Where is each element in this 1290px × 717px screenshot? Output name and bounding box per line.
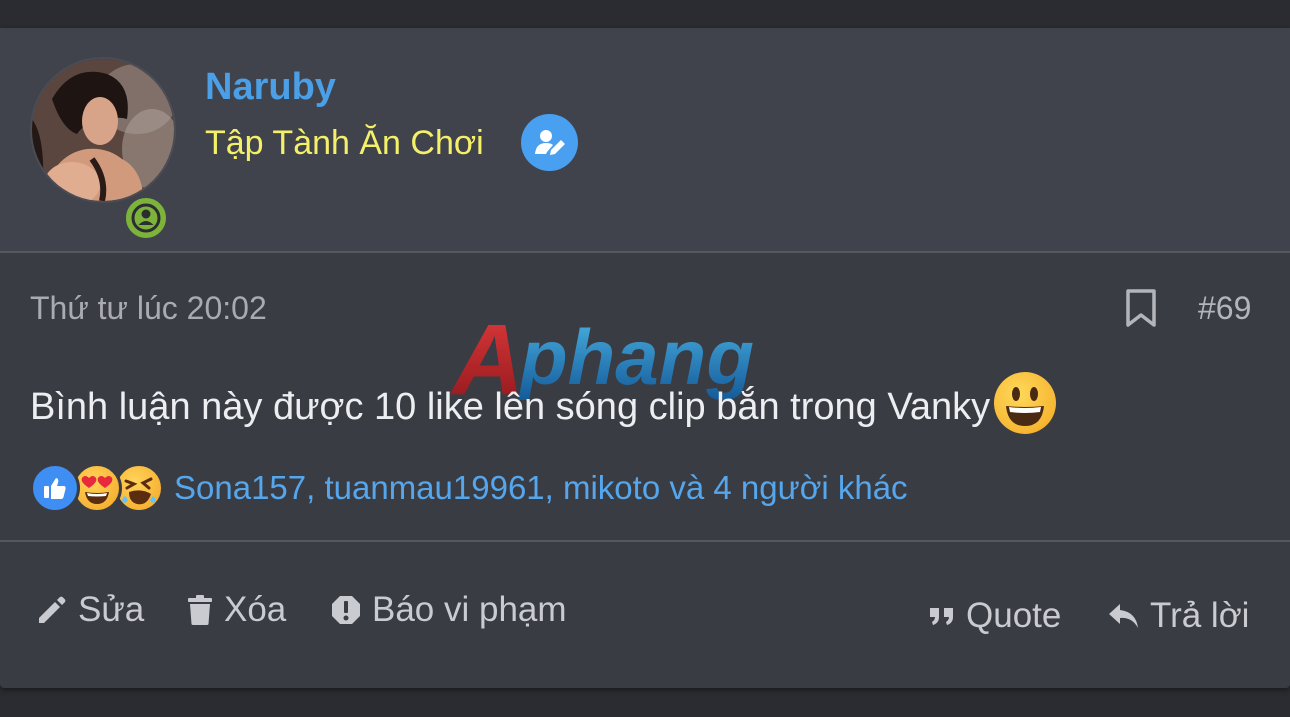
online-status-badge bbox=[122, 194, 170, 242]
report-button[interactable]: Báo vi phạm bbox=[330, 590, 567, 630]
edit-button[interactable]: Sửa bbox=[36, 590, 144, 630]
trash-icon bbox=[188, 595, 212, 625]
user-title: Tập Tành Ăn Chơi bbox=[205, 124, 484, 162]
delete-label: Xóa bbox=[224, 590, 287, 629]
thumbs-up-icon bbox=[30, 463, 80, 513]
user-edit-icon bbox=[534, 129, 565, 155]
post-content: Bình luận này được 10 like lên sóng clip… bbox=[30, 372, 1057, 434]
edit-label: Sửa bbox=[78, 590, 145, 629]
avatar-image bbox=[32, 59, 174, 201]
quote-button[interactable]: Quote bbox=[928, 596, 1061, 636]
reply-arrow-icon bbox=[1109, 604, 1138, 628]
user-edit-badge bbox=[521, 114, 578, 171]
post-text: Bình luận này được 10 like lên sóng clip… bbox=[30, 385, 991, 428]
post-card: Naruby Tập Tành Ăn Chơi Thứ tư lúc 20:02… bbox=[0, 28, 1290, 688]
post-actions-bar: Sửa Xóa Báo vi phạm Quote Trả lời bbox=[0, 540, 1290, 688]
reactions-bar[interactable]: Sona157, tuanmau19961, mikoto và 4 người… bbox=[30, 458, 908, 518]
avatar-container[interactable] bbox=[30, 57, 176, 242]
pencil-icon bbox=[39, 596, 66, 623]
report-label: Báo vi phạm bbox=[372, 590, 567, 629]
user-header: Naruby Tập Tành Ăn Chơi bbox=[0, 28, 1290, 253]
bookmark-icon[interactable] bbox=[1124, 288, 1158, 333]
username-link[interactable]: Naruby bbox=[205, 66, 336, 109]
avatar[interactable] bbox=[30, 57, 176, 203]
reactors-list-link[interactable]: Sona157, tuanmau19961, mikoto và 4 người… bbox=[174, 469, 908, 507]
reply-label: Trả lời bbox=[1150, 596, 1250, 635]
post-timestamp[interactable]: Thứ tư lúc 20:02 bbox=[30, 290, 267, 327]
reply-button[interactable]: Trả lời bbox=[1108, 596, 1249, 636]
grinning-face-icon bbox=[994, 372, 1057, 434]
delete-button[interactable]: Xóa bbox=[186, 590, 286, 630]
post-number-link[interactable]: #69 bbox=[1198, 290, 1251, 327]
quote-icon bbox=[930, 608, 953, 625]
warning-octagon-icon bbox=[332, 596, 360, 624]
quote-label: Quote bbox=[966, 596, 1062, 635]
online-user-icon bbox=[131, 203, 161, 233]
